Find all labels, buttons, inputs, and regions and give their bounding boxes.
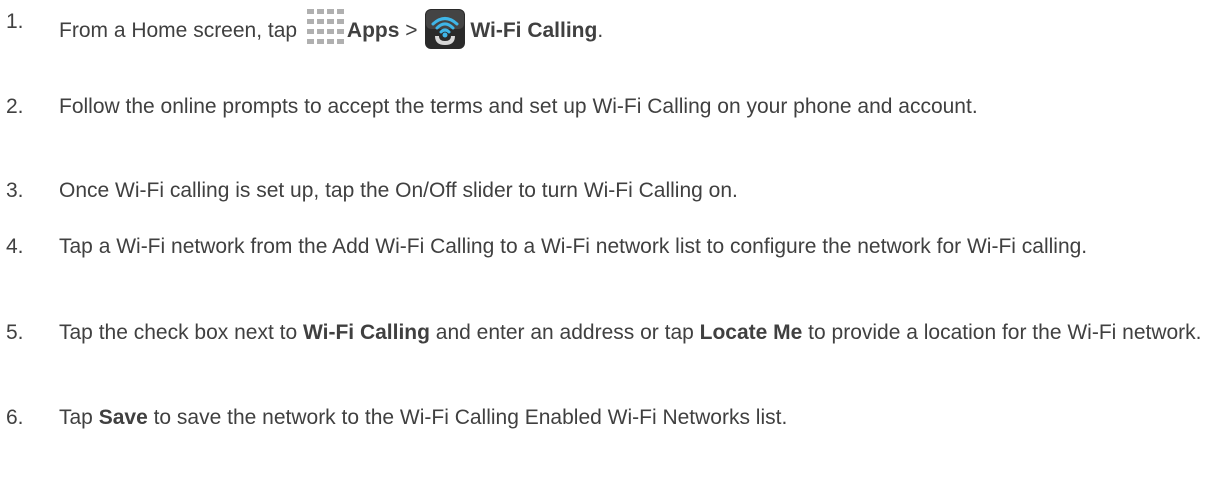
step-text: Once Wi-Fi calling is set up, tap the On… (59, 179, 738, 202)
wifi-calling-label: Wi-Fi Calling (470, 19, 598, 42)
wifi-calling-icon (425, 9, 466, 49)
step-6: 6. Tap Save to save the network to the W… (6, 403, 1210, 432)
apps-label: Apps (346, 19, 400, 42)
step-number: 6. (6, 406, 24, 429)
wifi-calling-term: Wi-Fi Calling (302, 321, 430, 344)
step-text: Tap Save to save the network to the Wi-F… (59, 406, 788, 429)
step-number: 2. (6, 95, 24, 118)
step-number: 1. (6, 10, 24, 33)
step-5: 5. Tap the check box next to Wi-Fi Calli… (6, 318, 1210, 347)
locate-me-term: Locate Me (699, 321, 803, 344)
step-number: 5. (6, 321, 24, 344)
step-text: Tap the check box next to Wi-Fi Calling … (59, 321, 1202, 344)
step-4: 4. Tap a Wi-Fi network from the Add Wi-F… (6, 232, 1210, 261)
apps-grid-icon (305, 7, 345, 49)
step-1: 1. From a Home screen, tap Apps > Wi-Fi … (6, 7, 1210, 49)
step-text: Follow the online prompts to accept the … (59, 95, 978, 118)
save-term: Save (98, 406, 148, 429)
step-3: 3. Once Wi-Fi calling is set up, tap the… (6, 176, 1210, 205)
step-number: 3. (6, 179, 24, 202)
step-text: From a Home screen, tap Apps > Wi-Fi Cal… (59, 7, 1210, 49)
step-2: 2. Follow the online prompts to accept t… (6, 92, 1210, 121)
step-number: 4. (6, 235, 24, 258)
step-text: Tap a Wi-Fi network from the Add Wi-Fi C… (59, 235, 1088, 258)
